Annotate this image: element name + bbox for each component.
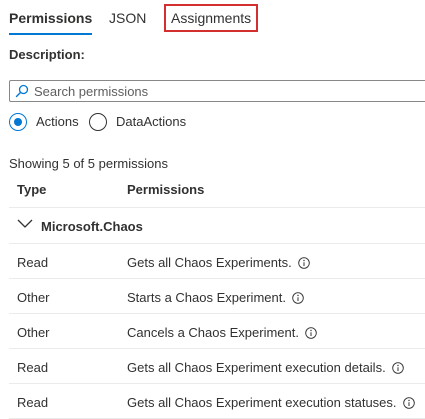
row-type: Other — [17, 325, 50, 340]
search-input[interactable] — [34, 82, 414, 100]
row-permission-text: Gets all Chaos Experiment execution stat… — [127, 395, 397, 410]
dataactions-radio[interactable]: DataActions — [89, 113, 199, 133]
table-row: Other Cancels a Chaos Experiment. — [9, 314, 425, 349]
tab-json[interactable]: JSON — [109, 6, 146, 30]
row-type: Read — [17, 255, 49, 270]
row-permission: Gets all Chaos Experiments. — [127, 255, 310, 270]
table-row: Read Gets all Chaos Experiment execution… — [9, 384, 425, 419]
tab-assignments[interactable]: Assignments — [164, 4, 259, 32]
dataactions-radio-label: DataActions — [116, 114, 187, 129]
row-permission: Gets all Chaos Experiment execution stat… — [127, 395, 415, 410]
column-header-permissions: Permissions — [127, 182, 205, 197]
table-row: Read Gets all Chaos Experiment execution… — [9, 349, 425, 384]
row-type: Read — [17, 395, 49, 410]
search-icon — [15, 84, 29, 98]
tab-permissions-label: Permissions — [9, 10, 93, 26]
table-header: Type Permissions — [9, 174, 425, 208]
chevron-down-icon[interactable] — [17, 219, 33, 229]
row-permission-text: Cancels a Chaos Experiment. — [127, 325, 299, 340]
actions-radio-circle[interactable] — [9, 113, 27, 131]
info-icon[interactable] — [297, 257, 310, 269]
group-row-microsoft-chaos[interactable]: Microsoft.Chaos — [9, 208, 425, 244]
description-label-text: Description — [9, 47, 81, 62]
row-type: Read — [17, 360, 49, 375]
row-permission-text: Gets all Chaos Experiments. — [127, 255, 292, 270]
tab-bar: Permissions JSON Assignments — [9, 4, 425, 35]
search-box[interactable] — [9, 80, 425, 102]
actions-radio[interactable]: Actions — [9, 113, 84, 133]
info-icon[interactable] — [402, 397, 415, 409]
info-icon[interactable] — [292, 292, 304, 304]
row-type: Other — [17, 290, 50, 305]
row-permission: Gets all Chaos Experiment execution deta… — [127, 360, 404, 375]
row-permission-text: Starts a Chaos Experiment. — [127, 290, 286, 305]
row-permission-text: Gets all Chaos Experiment execution deta… — [127, 360, 386, 375]
table-row: Read Gets all Chaos Experiments. — [9, 244, 425, 279]
actions-radio-label: Actions — [36, 114, 79, 129]
column-header-type: Type — [17, 182, 47, 197]
row-permission: Starts a Chaos Experiment. — [127, 290, 304, 305]
table-row: Other Starts a Chaos Experiment. — [9, 279, 425, 314]
row-permission: Cancels a Chaos Experiment. — [127, 325, 317, 340]
info-icon[interactable] — [391, 362, 404, 374]
description-label: Description: — [9, 47, 85, 62]
tab-selected-indicator — [9, 33, 92, 35]
results-count: Showing 5 of 5 permissions — [9, 156, 168, 171]
tab-permissions[interactable]: Permissions — [9, 6, 93, 35]
group-name: Microsoft.Chaos — [41, 219, 143, 234]
description-label-colon: : — [80, 47, 85, 62]
tab-json-label: JSON — [109, 10, 147, 26]
tab-assignments-label: Assignments — [171, 10, 252, 26]
dataactions-radio-circle[interactable] — [89, 113, 107, 131]
info-icon[interactable] — [305, 327, 317, 339]
